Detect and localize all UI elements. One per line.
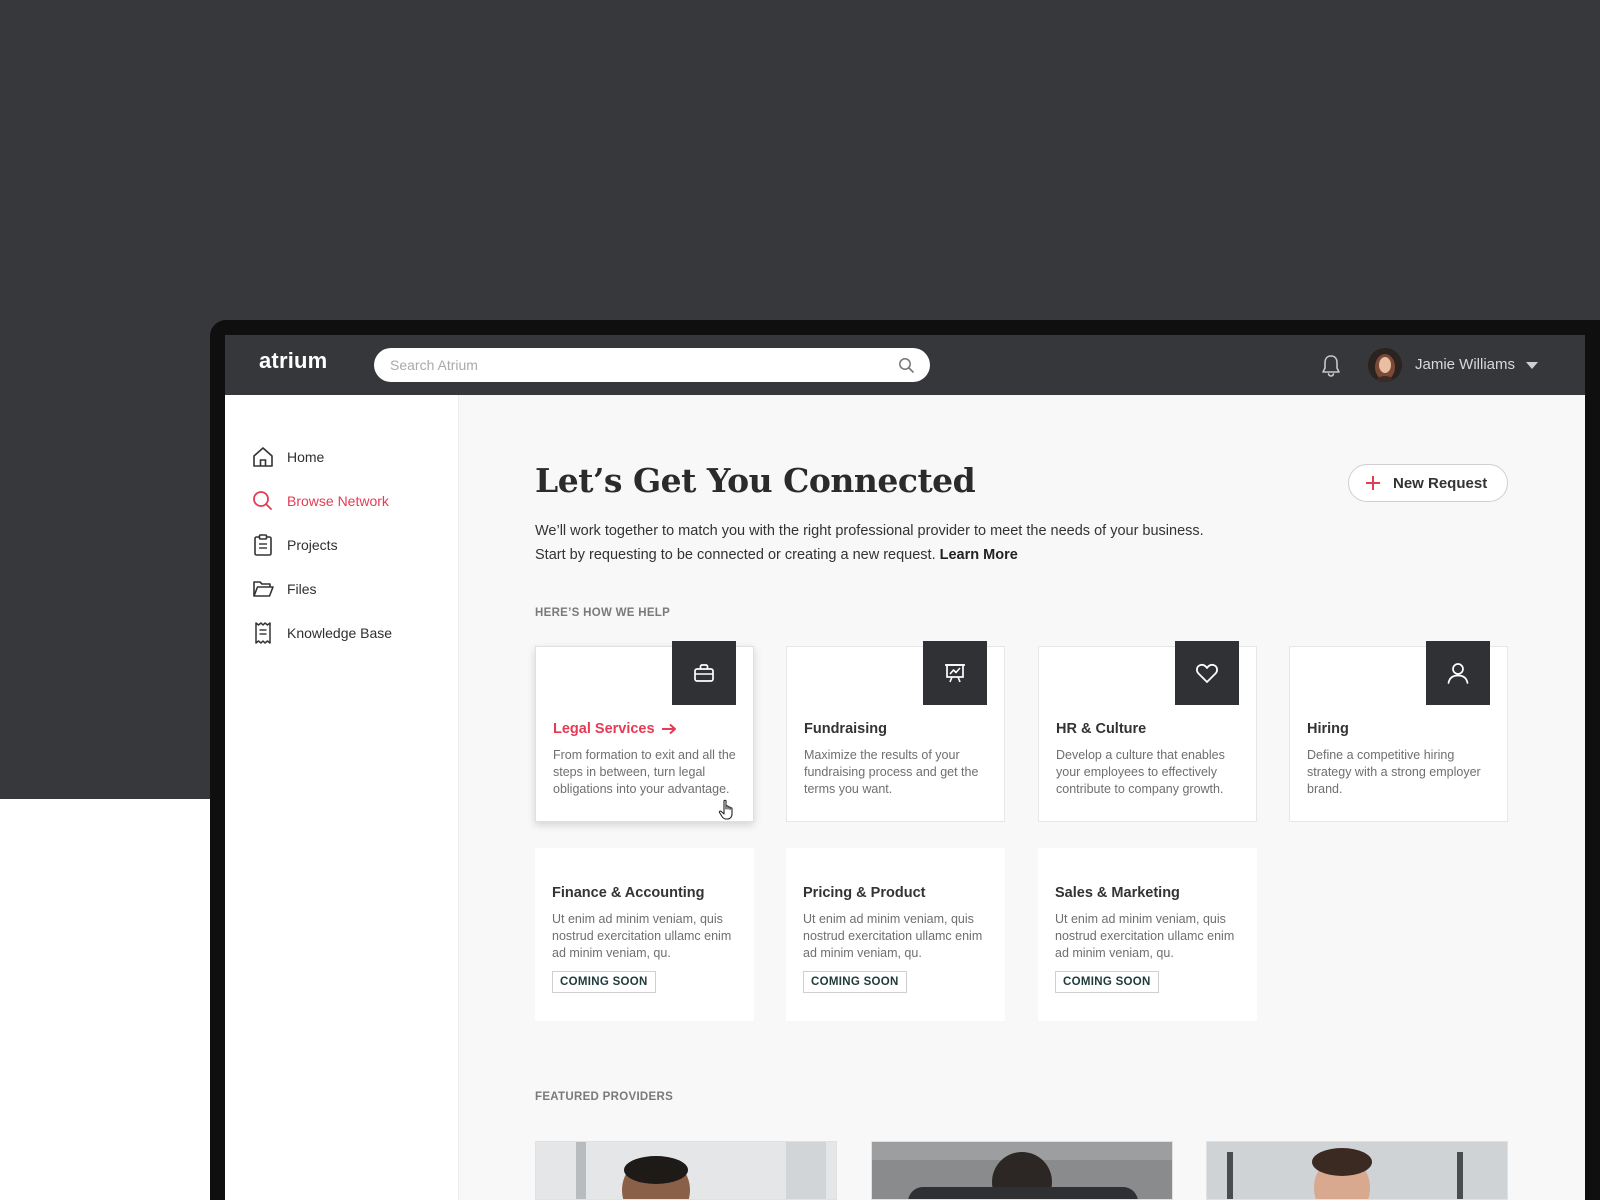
arrow-right-icon — [661, 723, 676, 735]
service-card-pricing-product: Pricing & Product Ut enim ad minim venia… — [786, 848, 1005, 1021]
plus-icon — [1366, 476, 1380, 490]
service-card-hiring[interactable]: Hiring Define a competitive hiring strat… — [1289, 641, 1508, 822]
heart-icon — [1196, 663, 1218, 683]
card-title: Finance & Accounting — [552, 885, 705, 901]
card-title-text: Legal Services — [553, 721, 655, 737]
intro-line-2-text: Start by requesting to be connected or c… — [535, 547, 936, 563]
sidebar-item-label: Projects — [287, 537, 338, 553]
top-bar: atrium Jamie Williams — [225, 335, 1585, 395]
card-title: Fundraising — [804, 721, 887, 737]
sidebar-item-label: Home — [287, 449, 325, 465]
search-input[interactable] — [390, 348, 880, 382]
card-description: Ut enim ad minim veniam, quis nostrud ex… — [552, 912, 732, 960]
sidebar-item-label: Knowledge Base — [287, 625, 393, 641]
card-description: Maximize the results of your fundraising… — [804, 748, 979, 796]
card-title: Legal Services — [553, 721, 677, 737]
card-title: HR & Culture — [1056, 721, 1147, 737]
card-description: Ut enim ad minim veniam, quis nostrud ex… — [803, 912, 983, 960]
card-description: Define a competitive hiring strategy wit… — [1307, 748, 1481, 796]
home-icon — [253, 447, 273, 467]
chevron-down-icon[interactable] — [1526, 362, 1538, 369]
receipt-icon — [255, 622, 271, 644]
sidebar-item-knowledge-base[interactable]: Knowledge Base — [251, 620, 392, 646]
sidebar-item-label: Files — [287, 581, 317, 597]
main-content: Let’s Get You Connected New Request We’l… — [459, 395, 1585, 1200]
folder-open-icon — [253, 581, 274, 597]
section-label-how-we-help: HERE’S HOW WE HELP — [535, 607, 671, 619]
card-icon-tile — [923, 641, 987, 705]
sidebar-item-label: Browse Network — [287, 493, 389, 509]
page-title: Let’s Get You Connected — [535, 461, 976, 500]
user-icon — [1447, 663, 1469, 684]
intro-text: We’ll work together to match you with th… — [535, 519, 1255, 567]
clipboard-icon — [254, 534, 272, 556]
search-icon — [253, 491, 272, 510]
coming-soon-badge: COMING SOON — [552, 971, 656, 993]
card-title: Sales & Marketing — [1055, 885, 1180, 901]
service-card-fundraising[interactable]: Fundraising Maximize the results of your… — [786, 641, 1005, 822]
app-logo[interactable]: atrium — [259, 348, 327, 374]
intro-line-1: We’ll work together to match you with th… — [535, 523, 1204, 539]
sidebar-item-home[interactable]: Home — [251, 444, 324, 470]
card-icon-tile — [1175, 641, 1239, 705]
app-window: atrium Jamie Williams — [225, 335, 1585, 1200]
service-card-sales-marketing: Sales & Marketing Ut enim ad minim venia… — [1038, 848, 1257, 1021]
new-request-button[interactable]: New Request — [1348, 464, 1508, 502]
learn-more-link[interactable]: Learn More — [940, 547, 1018, 563]
service-card-hr-culture[interactable]: HR & Culture Develop a culture that enab… — [1038, 641, 1257, 822]
search-bar[interactable] — [374, 348, 930, 382]
provider-card[interactable] — [871, 1141, 1173, 1200]
search-icon[interactable] — [898, 357, 914, 373]
presentation-chart-icon — [945, 664, 965, 683]
card-description: From formation to exit and all the steps… — [553, 748, 736, 796]
intro-line-2: Start by requesting to be connected or c… — [535, 543, 1255, 567]
coming-soon-badge: COMING SOON — [803, 971, 907, 993]
hand-cursor-icon — [718, 799, 733, 820]
card-icon-tile — [1426, 641, 1490, 705]
sidebar-item-browse-network[interactable]: Browse Network — [251, 488, 389, 514]
section-label-featured-providers: FEATURED PROVIDERS — [535, 1091, 674, 1103]
coming-soon-badge: COMING SOON — [1055, 971, 1159, 993]
new-request-label: New Request — [1393, 474, 1488, 492]
briefcase-icon — [694, 664, 714, 682]
service-card-legal[interactable]: Legal Services From formation to exit an… — [535, 641, 754, 822]
card-description: Develop a culture that enables your empl… — [1056, 748, 1225, 796]
card-icon-tile — [672, 641, 736, 705]
provider-card[interactable] — [1206, 1141, 1508, 1200]
service-card-finance-accounting: Finance & Accounting Ut enim ad minim ve… — [535, 848, 754, 1021]
user-name[interactable]: Jamie Williams — [1415, 356, 1515, 373]
sidebar-item-projects[interactable]: Projects — [251, 532, 338, 558]
card-description: Ut enim ad minim veniam, quis nostrud ex… — [1055, 912, 1235, 960]
avatar[interactable] — [1368, 348, 1402, 382]
sidebar-item-files[interactable]: Files — [251, 576, 317, 602]
card-title: Pricing & Product — [803, 885, 926, 901]
bell-icon[interactable] — [1318, 353, 1344, 379]
provider-card[interactable] — [535, 1141, 837, 1200]
sidebar: Home Browse Network Projects Files Knowl… — [225, 395, 459, 1200]
card-title: Hiring — [1307, 721, 1349, 737]
